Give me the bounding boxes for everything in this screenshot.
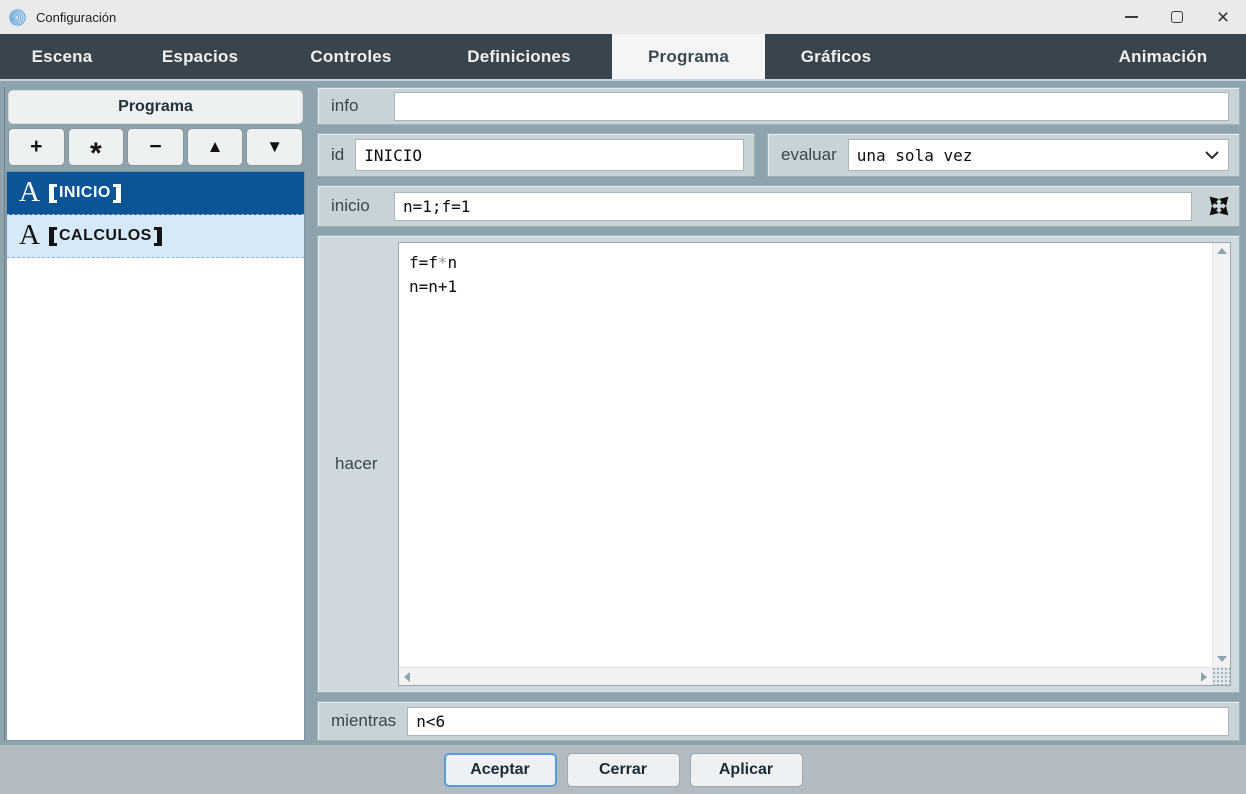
vertical-scrollbar[interactable] bbox=[1212, 243, 1230, 667]
program-list-panel: Programa + * − ▲ ▼ A INICIO A CALCULOS bbox=[4, 87, 306, 741]
descartes-logo-icon bbox=[8, 7, 27, 27]
expand-editor-button[interactable] bbox=[1203, 190, 1235, 222]
move-down-button[interactable]: ▼ bbox=[246, 128, 303, 166]
scroll-down-icon[interactable] bbox=[1217, 656, 1227, 662]
mientras-input[interactable] bbox=[407, 706, 1229, 736]
scroll-left-icon[interactable] bbox=[404, 672, 410, 682]
id-row: id bbox=[317, 133, 755, 177]
evaluar-label: evaluar bbox=[781, 145, 837, 164]
tab-escena[interactable]: Escena bbox=[0, 34, 124, 79]
lenticular-bracket-close-icon bbox=[153, 226, 162, 246]
evaluar-selected-option: una sola vez bbox=[856, 145, 973, 165]
evaluar-select[interactable]: una sola vez bbox=[847, 139, 1229, 171]
info-row: info bbox=[317, 87, 1240, 125]
titlebar: Configuración × bbox=[0, 0, 1246, 34]
list-item-calculos[interactable]: A CALCULOS bbox=[7, 215, 304, 258]
list-item-inicio[interactable]: A INICIO bbox=[7, 172, 304, 215]
hacer-label: hacer bbox=[335, 454, 378, 473]
minimize-icon bbox=[1124, 16, 1138, 18]
code-line: f=f*n bbox=[409, 253, 458, 272]
id-label: id bbox=[331, 145, 345, 164]
algorithm-type-glyph: A bbox=[19, 175, 40, 208]
hacer-code[interactable]: f=f*n n=n+1 bbox=[399, 243, 1212, 667]
apply-button[interactable]: Aplicar bbox=[689, 752, 803, 787]
resize-grip-icon[interactable] bbox=[1212, 667, 1230, 685]
horizontal-scrollbar[interactable] bbox=[399, 667, 1212, 685]
lenticular-bracket-open-icon bbox=[48, 183, 57, 203]
plus-icon: + bbox=[30, 135, 43, 158]
hacer-editor[interactable]: f=f*n n=n+1 bbox=[398, 242, 1231, 686]
tab-espacios[interactable]: Espacios bbox=[124, 34, 276, 79]
evaluar-row: evaluar una sola vez bbox=[767, 133, 1240, 177]
chevron-down-icon bbox=[1205, 151, 1219, 160]
inicio-input[interactable] bbox=[394, 191, 1192, 221]
main-area: Programa + * − ▲ ▼ A INICIO A CALCULOS i… bbox=[0, 79, 1246, 745]
info-label: info bbox=[331, 96, 359, 115]
window-controls: × bbox=[1108, 0, 1246, 34]
list-toolbar: + * − ▲ ▼ bbox=[8, 128, 303, 169]
tab-definiciones[interactable]: Definiciones bbox=[426, 34, 612, 79]
minus-icon: − bbox=[149, 135, 162, 158]
code-line: n=n+1 bbox=[409, 277, 458, 296]
scroll-right-icon[interactable] bbox=[1201, 672, 1207, 682]
remove-button[interactable]: − bbox=[127, 128, 184, 166]
footer-bar: Aceptar Cerrar Aplicar bbox=[0, 745, 1246, 794]
triangle-down-icon: ▼ bbox=[266, 137, 284, 156]
list-item-label: CALCULOS bbox=[58, 227, 152, 244]
close-dialog-button[interactable]: Cerrar bbox=[566, 752, 680, 787]
inicio-row: inicio bbox=[317, 185, 1240, 227]
program-list: A INICIO A CALCULOS bbox=[6, 171, 305, 741]
maximize-button[interactable] bbox=[1154, 0, 1200, 34]
expand-arrows-icon bbox=[1209, 196, 1229, 216]
lenticular-bracket-close-icon bbox=[112, 183, 121, 203]
triangle-up-icon: ▲ bbox=[206, 137, 224, 156]
add-button[interactable]: + bbox=[8, 128, 65, 166]
move-up-button[interactable]: ▲ bbox=[186, 128, 244, 166]
close-button[interactable]: × bbox=[1200, 0, 1246, 34]
duplicate-button[interactable]: * bbox=[67, 128, 125, 169]
mientras-row: mientras bbox=[317, 701, 1240, 741]
configuration-window: Configuración × Escena Espacios Controle… bbox=[0, 0, 1246, 794]
algorithm-type-glyph: A bbox=[19, 218, 40, 251]
tab-animacion[interactable]: Animación bbox=[1080, 34, 1246, 79]
panel-title: Programa bbox=[8, 90, 303, 124]
maximize-icon bbox=[1171, 11, 1183, 23]
inicio-label: inicio bbox=[331, 196, 370, 215]
minimize-button[interactable] bbox=[1108, 0, 1154, 34]
tab-bar: Escena Espacios Controles Definiciones P… bbox=[0, 34, 1246, 79]
tab-graficos[interactable]: Gráficos bbox=[765, 34, 907, 79]
lenticular-bracket-open-icon bbox=[48, 226, 57, 246]
mientras-label: mientras bbox=[331, 711, 397, 730]
hacer-row: hacer f=f*n n=n+1 bbox=[317, 235, 1240, 693]
program-form: info id evaluar una sola vez bbox=[317, 87, 1240, 741]
close-icon: × bbox=[1216, 5, 1230, 29]
window-title: Configuración bbox=[36, 9, 117, 25]
tab-controles[interactable]: Controles bbox=[276, 34, 426, 79]
list-item-label: INICIO bbox=[58, 184, 111, 201]
tab-programa[interactable]: Programa bbox=[612, 34, 765, 79]
accept-button[interactable]: Aceptar bbox=[443, 752, 557, 787]
id-input[interactable] bbox=[355, 139, 744, 171]
scroll-up-icon[interactable] bbox=[1217, 248, 1227, 254]
info-input[interactable] bbox=[394, 91, 1229, 121]
